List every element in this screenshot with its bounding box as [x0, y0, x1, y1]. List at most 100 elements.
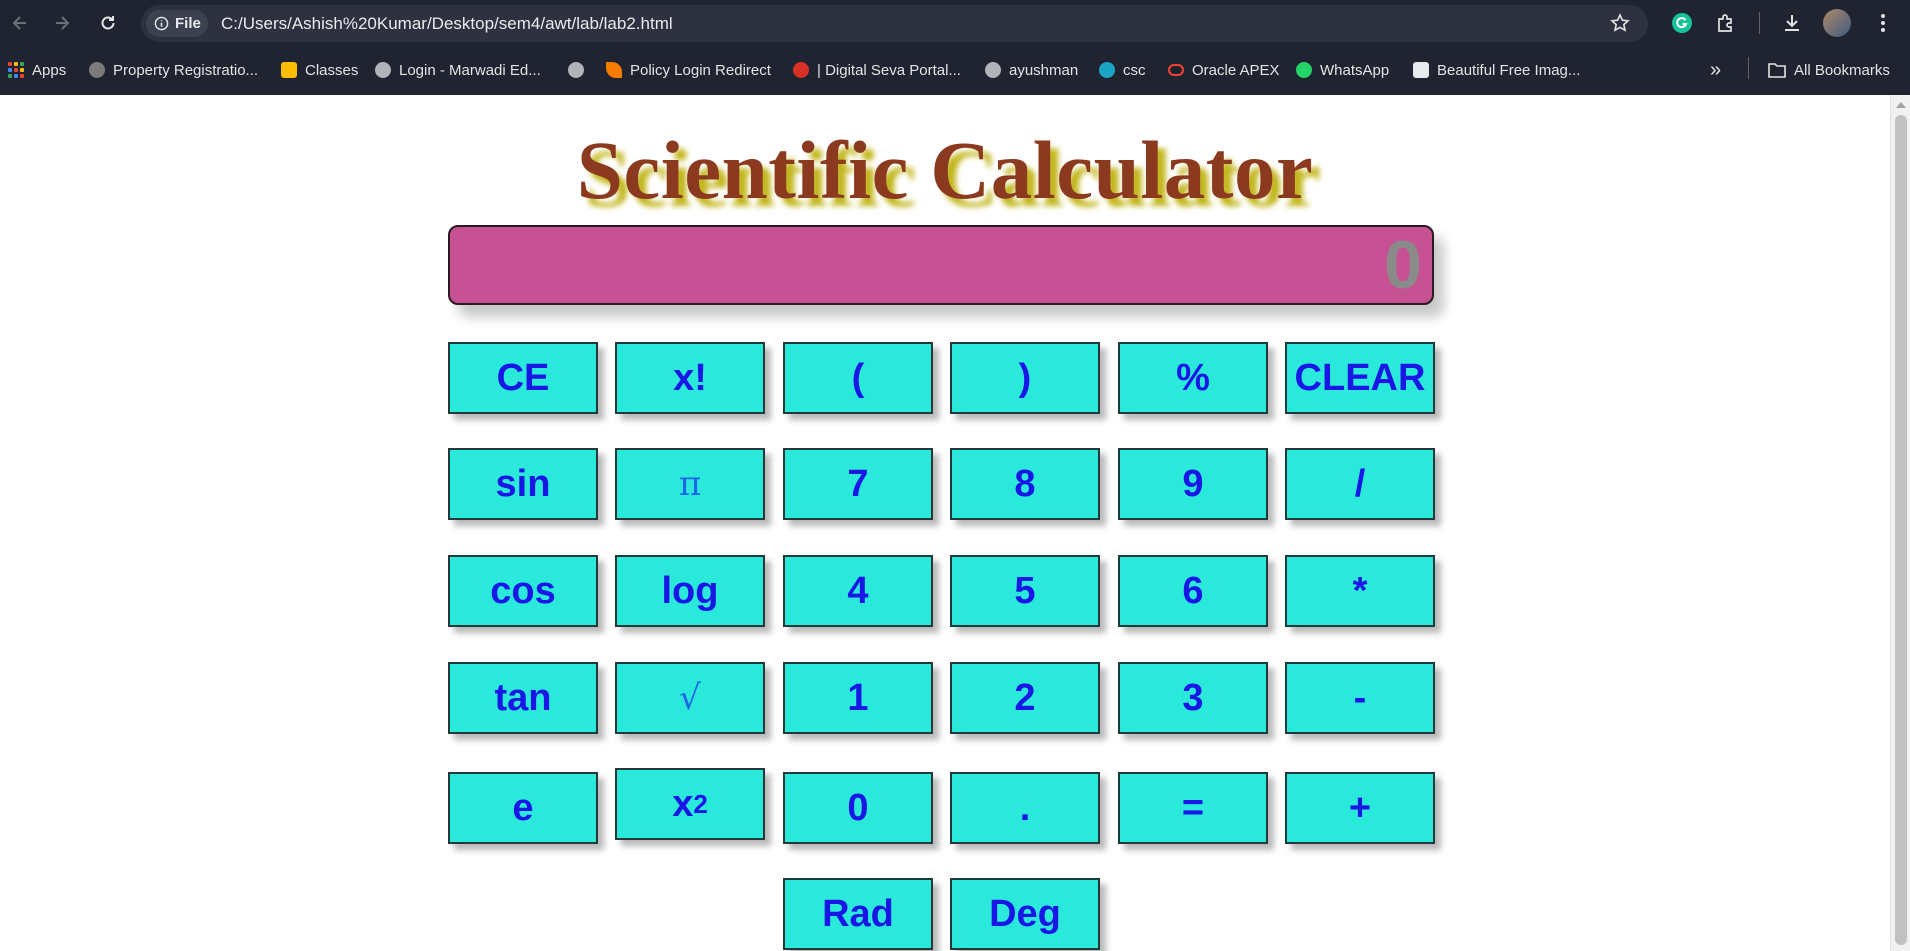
classroom-icon	[281, 62, 297, 78]
subtract-button[interactable]: -	[1285, 662, 1435, 734]
globe-icon	[568, 62, 584, 78]
all-bookmarks-label: All Bookmarks	[1794, 61, 1890, 79]
scrollbar-thumb[interactable]	[1895, 115, 1907, 945]
unsplash-icon	[1413, 62, 1429, 78]
decimal-button[interactable]: .	[950, 772, 1100, 844]
percent-button[interactable]: %	[1118, 342, 1268, 414]
folder-icon	[1768, 63, 1786, 78]
bookmark-label: Beautiful Free Imag...	[1437, 61, 1581, 79]
bookmark-apps[interactable]: Apps	[8, 58, 66, 82]
downloads-button[interactable]	[1778, 9, 1806, 37]
site-chip-label: File	[175, 15, 201, 32]
site-info-chip[interactable]: File	[146, 10, 208, 37]
browser-toolbar: File C:/Users/Ashish%20Kumar/Desktop/sem…	[0, 0, 1910, 46]
bookmark-digital-seva[interactable]: | Digital Seva Portal...	[793, 58, 961, 82]
four-button[interactable]: 4	[783, 555, 933, 627]
globe-icon	[985, 62, 1001, 78]
deg-button[interactable]: Deg	[950, 878, 1100, 950]
bookmark-oracle-apex[interactable]: Oracle APEX	[1168, 58, 1280, 82]
six-button[interactable]: 6	[1118, 555, 1268, 627]
bookmark-label: Classes	[305, 61, 359, 79]
ce-button[interactable]: CE	[448, 342, 598, 414]
toolbar-divider	[1759, 12, 1760, 34]
info-icon	[154, 16, 169, 31]
apps-grid-icon	[8, 62, 24, 78]
reload-button[interactable]	[94, 9, 122, 37]
bookmark-ayushman[interactable]: ayushman	[985, 58, 1078, 82]
rad-button[interactable]: Rad	[783, 878, 933, 950]
bookmark-property-registration[interactable]: Property Registratio...	[89, 58, 258, 82]
star-icon	[1610, 13, 1630, 32]
multiply-button[interactable]: *	[1285, 555, 1435, 627]
browser-chrome: File C:/Users/Ashish%20Kumar/Desktop/sem…	[0, 0, 1910, 95]
two-button[interactable]: 2	[950, 662, 1100, 734]
more-vert-icon	[1881, 14, 1885, 32]
bookmark-beautiful-images[interactable]: Beautiful Free Imag...	[1413, 58, 1580, 82]
grammarly-icon	[1672, 13, 1692, 33]
url-text[interactable]: C:/Users/Ashish%20Kumar/Desktop/sem4/awt…	[221, 14, 673, 34]
menu-button[interactable]	[1869, 9, 1897, 37]
eight-button[interactable]: 8	[950, 448, 1100, 520]
bookmarks-bar: Apps Property Registratio... Classes Log…	[0, 52, 1910, 86]
csc-icon	[1099, 62, 1115, 78]
reload-icon	[101, 16, 115, 30]
bookmark-label: Property Registratio...	[113, 61, 259, 79]
bookmark-whatsapp[interactable]: WhatsApp	[1296, 58, 1389, 82]
close-paren-button[interactable]: )	[950, 342, 1100, 414]
grammarly-extension-button[interactable]	[1668, 9, 1696, 37]
page-scrollbar[interactable]	[1890, 95, 1910, 951]
oracle-icon	[1168, 64, 1184, 76]
divide-button[interactable]: /	[1285, 448, 1435, 520]
bookmark-label: | Digital Seva Portal...	[817, 61, 961, 79]
tan-button[interactable]: tan	[448, 662, 598, 734]
back-button[interactable]	[6, 9, 34, 37]
square-base-label: x	[672, 782, 694, 825]
one-button[interactable]: 1	[783, 662, 933, 734]
forward-button[interactable]	[48, 9, 76, 37]
equals-button[interactable]: =	[1118, 772, 1268, 844]
scroll-up-arrow-icon[interactable]	[1896, 102, 1906, 108]
zero-button[interactable]: 0	[783, 772, 933, 844]
all-bookmarks-button[interactable]: All Bookmarks	[1768, 58, 1890, 82]
five-button[interactable]: 5	[950, 555, 1100, 627]
nine-button[interactable]: 9	[1118, 448, 1268, 520]
bookmark-label: WhatsApp	[1320, 61, 1390, 79]
bookmark-label: Oracle APEX	[1192, 61, 1280, 79]
globe-icon	[375, 62, 391, 78]
bookmark-classes[interactable]: Classes	[281, 58, 358, 82]
calculator-display[interactable]: 0	[448, 225, 1434, 305]
bookmark-label: csc	[1123, 61, 1146, 79]
bookmark-star-button[interactable]	[1610, 13, 1630, 38]
bookmark-globe[interactable]	[568, 58, 592, 82]
open-paren-button[interactable]: (	[783, 342, 933, 414]
sin-button[interactable]: sin	[448, 448, 598, 520]
bookmark-label: Login - Marwadi Ed...	[399, 61, 541, 79]
bookmark-label: Policy Login Redirect	[630, 61, 771, 79]
address-bar[interactable]: File C:/Users/Ashish%20Kumar/Desktop/sem…	[141, 5, 1648, 42]
extensions-button[interactable]	[1712, 9, 1740, 37]
profile-avatar[interactable]	[1823, 9, 1851, 37]
back-arrow-icon	[12, 16, 26, 30]
download-icon	[1785, 15, 1799, 31]
add-button[interactable]: +	[1285, 772, 1435, 844]
three-button[interactable]: 3	[1118, 662, 1268, 734]
square-button[interactable]: x2	[615, 768, 765, 840]
forward-arrow-icon	[56, 16, 70, 30]
more-bookmarks-button[interactable]: »	[1710, 58, 1721, 82]
bookmark-label: ayushman	[1009, 61, 1079, 79]
clear-button[interactable]: CLEAR	[1285, 342, 1435, 414]
factorial-button[interactable]: x!	[615, 342, 765, 414]
log-button[interactable]: log	[615, 555, 765, 627]
bookmark-csc[interactable]: csc	[1099, 58, 1146, 82]
euler-button[interactable]: e	[448, 772, 598, 844]
cos-button[interactable]: cos	[448, 555, 598, 627]
emblem-icon	[89, 62, 105, 78]
seven-button[interactable]: 7	[783, 448, 933, 520]
page-content: Scientific Calculator 0 CE x! ( ) % CLEA…	[0, 95, 1890, 951]
bookmark-policy-login[interactable]: Policy Login Redirect	[606, 58, 771, 82]
puzzle-icon	[1718, 14, 1732, 32]
bookmark-login-marwadi[interactable]: Login - Marwadi Ed...	[375, 58, 541, 82]
pi-button[interactable]: π	[615, 448, 765, 520]
policy-logo-icon	[606, 62, 622, 78]
sqrt-button[interactable]: √	[615, 662, 765, 734]
